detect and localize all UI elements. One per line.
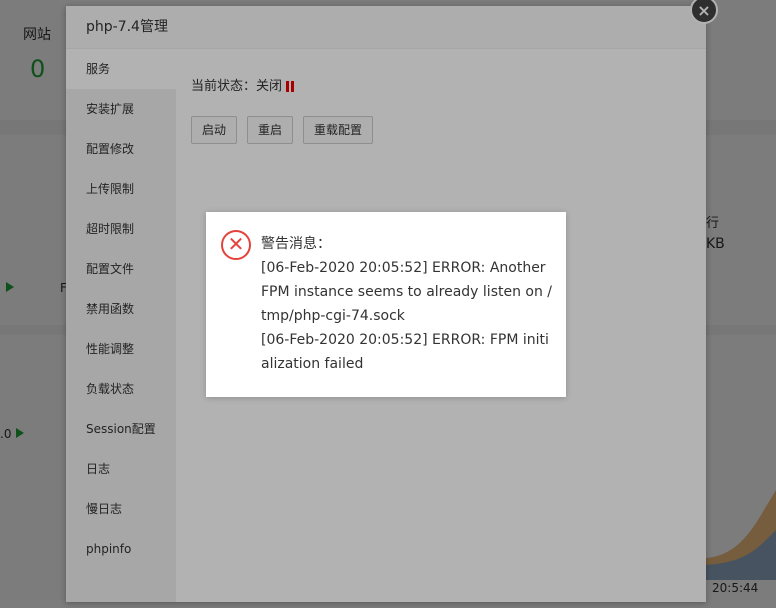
alert-error-line-1: [06-Feb-2020 20:05:52] ERROR: Another FP…: [261, 260, 553, 324]
alert-heading: 警告消息：: [261, 236, 331, 252]
error-icon: ✕: [221, 230, 251, 260]
alert-error-line-2: [06-Feb-2020 20:05:52] ERROR: FPM initia…: [261, 332, 549, 372]
error-alert: ✕ 警告消息： [06-Feb-2020 20:05:52] ERROR: An…: [206, 212, 566, 397]
alert-message: 警告消息： [06-Feb-2020 20:05:52] ERROR: Anot…: [261, 232, 553, 376]
